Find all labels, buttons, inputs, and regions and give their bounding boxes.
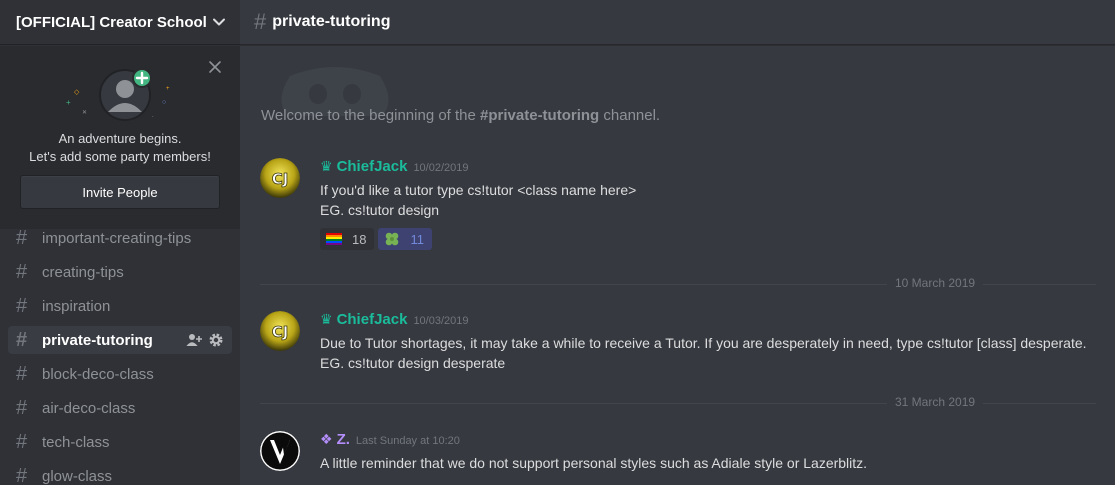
svg-text:+: +	[166, 86, 170, 92]
four-leaf-clover-icon	[386, 232, 399, 246]
message-line: EG. cs!tutor design	[320, 202, 440, 218]
chat-area: # private-tutoring Welcome to the beginn…	[240, 0, 1115, 485]
channel-creating-tips[interactable]: # creating-tips	[8, 258, 232, 286]
welcome-prefix: Welcome to the beginning of the	[261, 107, 481, 124]
avatar[interactable]	[260, 431, 300, 471]
message-content: A little reminder that we do not support…	[320, 453, 867, 473]
channel-name: tech-class	[42, 433, 110, 451]
crown-icon: ♛	[320, 311, 333, 327]
channel-title: private-tutoring	[272, 13, 391, 30]
hash-icon: #	[16, 397, 28, 419]
timestamp: 10/03/2019	[413, 315, 469, 327]
reaction-count: 18	[352, 231, 367, 247]
channel-name: private-tutoring	[42, 331, 153, 349]
avatar[interactable]: CJ	[260, 311, 300, 351]
svg-text:✕: ✕	[82, 110, 87, 116]
message-line: Due to Tutor shortages, it may take a wh…	[320, 335, 1087, 351]
hash-icon: #	[16, 329, 28, 351]
diamond-icon: ❖	[320, 431, 333, 447]
hash-icon: #	[16, 363, 28, 385]
author-name[interactable]: Z.	[337, 431, 350, 448]
rainbow-flag-icon	[326, 233, 342, 245]
gear-icon[interactable]	[208, 332, 224, 348]
channel-welcome-text: Welcome to the beginning of the #private…	[261, 107, 660, 124]
message-header: ❖ Z. Last Sunday at 10:20	[320, 431, 460, 448]
invite-people-button[interactable]: Invite People	[20, 175, 220, 209]
message-header: ♛ ChiefJack 10/02/2019	[320, 158, 469, 175]
timestamp: 10/02/2019	[413, 162, 469, 174]
invite-line-2: Let's add some party members!	[29, 149, 211, 164]
reactions: 18 11	[320, 228, 432, 250]
svg-text:CJ: CJ	[272, 170, 289, 188]
hash-icon: #	[16, 465, 28, 485]
channel-name: inspiration	[42, 297, 111, 315]
channel-name: glow-class	[42, 467, 113, 485]
channel-name: important-creating-tips	[42, 229, 192, 247]
crown-icon: ♛	[320, 158, 333, 174]
welcome-suffix: channel.	[599, 107, 661, 124]
close-icon[interactable]	[208, 60, 222, 74]
hash-icon: #	[16, 261, 28, 283]
server-name: [OFFICIAL] Creator School	[16, 13, 207, 31]
channel-block-deco-class[interactable]: # block-deco-class	[8, 360, 232, 388]
author-name[interactable]: ChiefJack	[337, 311, 408, 328]
date-divider: 31 March 2019	[260, 395, 1096, 409]
author-name[interactable]: ChiefJack	[337, 158, 408, 175]
reaction-count: 11	[410, 231, 424, 247]
message-header: ♛ ChiefJack 10/03/2019	[320, 311, 469, 328]
svg-text:○: ○	[162, 99, 166, 106]
channel-inspiration[interactable]: # inspiration	[8, 292, 232, 320]
message-line: A little reminder that we do not support…	[320, 455, 868, 471]
svg-text:·: ·	[152, 114, 154, 120]
svg-text:+: +	[66, 98, 71, 107]
message-line: If you'd like a tutor type cs!tutor <cla…	[320, 182, 637, 198]
add-member-icon[interactable]	[186, 332, 202, 348]
svg-text:CJ: CJ	[272, 323, 289, 341]
message-content: Due to Tutor shortages, it may take a wh…	[320, 333, 1087, 373]
hash-icon: #	[16, 295, 28, 317]
date-divider: 10 March 2019	[260, 276, 1096, 290]
invite-text: An adventure begins. Let's add some part…	[0, 130, 240, 166]
channel-name: air-deco-class	[42, 399, 136, 417]
svg-text:◇: ◇	[74, 89, 80, 96]
welcome-channel: #private-tutoring	[480, 107, 600, 124]
channel-sidebar: [OFFICIAL] Creator School + ◇ ✕ + ○ · An…	[0, 0, 240, 485]
party-illustration: + ◇ ✕ + ○ ·	[66, 68, 170, 121]
hash-icon: #	[16, 227, 28, 249]
channel-list: # important-creating-tips # creating-tip…	[8, 228, 232, 485]
channel-glow-class[interactable]: # glow-class	[8, 462, 232, 485]
channel-name: creating-tips	[42, 263, 124, 281]
message-content: If you'd like a tutor type cs!tutor <cla…	[320, 180, 636, 220]
server-header[interactable]: [OFFICIAL] Creator School	[0, 0, 240, 45]
channel-air-deco-class[interactable]: # air-deco-class	[8, 394, 232, 422]
channel-important-creating-tips[interactable]: # important-creating-tips	[8, 224, 232, 252]
invite-line-1: An adventure begins.	[58, 131, 182, 146]
reaction-rainbow-flag[interactable]: 18	[320, 228, 375, 250]
chevron-down-icon[interactable]	[212, 15, 226, 29]
date-divider-label: 10 March 2019	[887, 276, 984, 290]
invite-panel: + ◇ ✕ + ○ · An adventure begins. Let's a…	[0, 46, 240, 229]
channel-actions	[186, 332, 224, 348]
hash-icon: #	[16, 431, 28, 453]
reaction-four-leaf-clover[interactable]: 11	[378, 228, 432, 250]
message-line: EG. cs!tutor design desperate	[320, 355, 506, 371]
timestamp: Last Sunday at 10:20	[355, 435, 460, 447]
channel-tech-class[interactable]: # tech-class	[8, 428, 232, 456]
avatar[interactable]: CJ	[260, 158, 300, 198]
channel-private-tutoring[interactable]: # private-tutoring	[8, 326, 232, 354]
channel-name: block-deco-class	[42, 365, 154, 383]
hash-icon: #	[254, 9, 267, 34]
channel-header: # private-tutoring	[240, 0, 1115, 45]
date-divider-label: 31 March 2019	[887, 395, 984, 409]
